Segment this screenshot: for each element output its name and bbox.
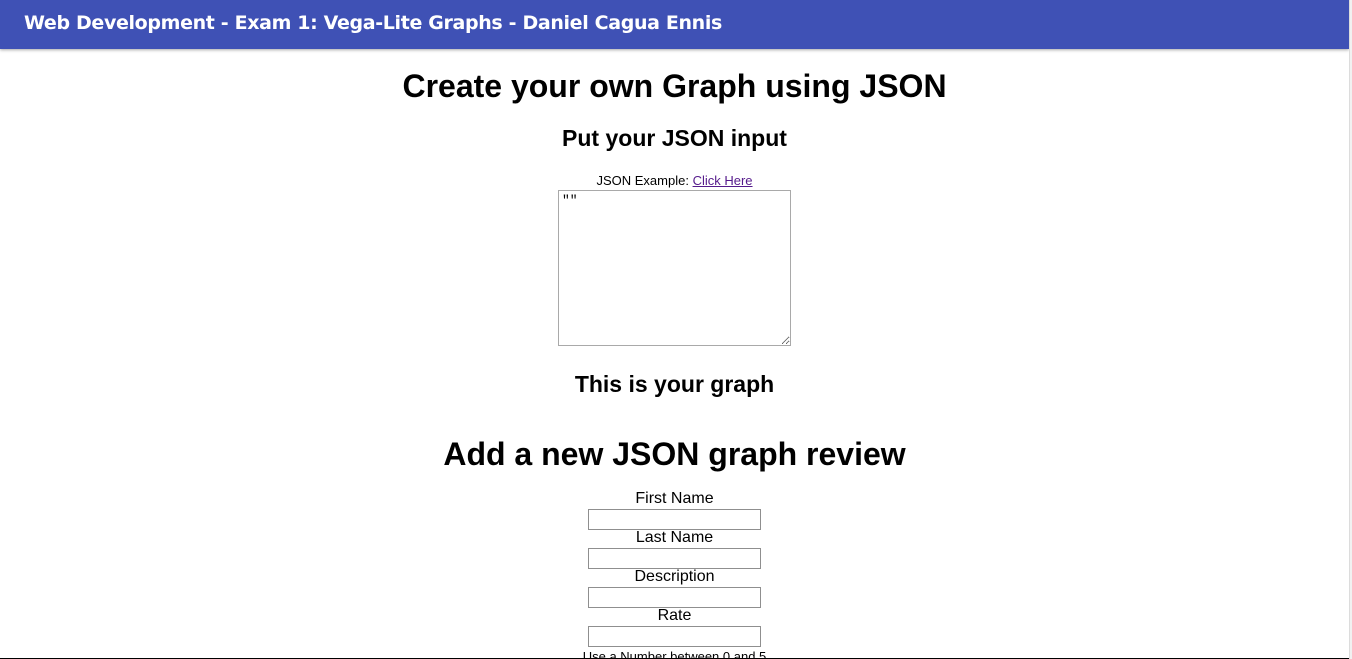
- json-input-heading: Put your JSON input: [562, 125, 787, 151]
- last-name-label: Last Name: [635, 529, 714, 546]
- first-name-label: First Name: [635, 490, 714, 507]
- json-input-textarea[interactable]: [558, 190, 791, 346]
- description-input[interactable]: [588, 587, 761, 608]
- rate-input[interactable]: [588, 626, 761, 647]
- graph-output-heading: This is your graph: [574, 371, 775, 397]
- create-graph-title: Create your own Graph using JSON: [402, 68, 947, 104]
- json-example-label: JSON Example:: [596, 173, 693, 188]
- json-example-link[interactable]: Click Here: [693, 173, 753, 188]
- json-example-line: JSON Example: Click Here: [0, 173, 1349, 189]
- main-content: Create your own Graph using JSON Put you…: [0, 49, 1349, 659]
- rate-label: Rate: [657, 607, 692, 624]
- page: Web Development - Exam 1: Vega-Lite Grap…: [0, 0, 1349, 659]
- app-title: Web Development - Exam 1: Vega-Lite Grap…: [24, 12, 722, 34]
- review-form-title: Add a new JSON graph review: [443, 436, 906, 472]
- last-name-input[interactable]: [588, 548, 761, 569]
- first-name-input[interactable]: [588, 509, 761, 530]
- description-label: Description: [634, 568, 715, 585]
- app-header: Web Development - Exam 1: Vega-Lite Grap…: [0, 0, 1349, 49]
- browser-viewport: Web Development - Exam 1: Vega-Lite Grap…: [0, 0, 1352, 659]
